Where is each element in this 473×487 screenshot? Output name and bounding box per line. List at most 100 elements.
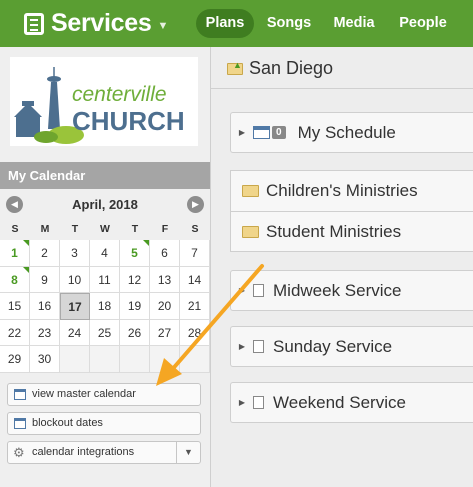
my-schedule-row[interactable]: ▶ 0 My Schedule [230,112,473,153]
service-type-icon [253,396,269,414]
gear-icon: ⚙ [13,445,25,460]
calendar-day[interactable]: 10 [60,266,90,293]
next-month-icon[interactable]: ▶ [187,196,204,213]
calendar-day[interactable]: 5 [120,240,150,267]
folder-label: Children's Ministries [266,181,418,200]
calendar-day[interactable]: 9 [30,266,60,293]
expand-triangle-icon[interactable]: ▶ [231,128,253,137]
tab-media[interactable]: Media [326,9,382,38]
services-app-icon [24,12,44,35]
blockout-dates-button[interactable]: blockout dates [7,412,201,435]
my-schedule-label: My Schedule [297,122,396,142]
calendar-grid: S M T W T F S 1 2 3 4 5 6 7 8 9 10 11 12 13 14 15 16 17 1… [0,218,210,373]
folder-row[interactable]: Student Ministries [230,211,473,252]
weekday-label: S [191,223,199,235]
logo-line1: centerville [72,83,167,106]
calendar-day[interactable]: 7 [180,240,210,267]
divider [211,88,473,89]
service-row[interactable]: ▶ Sunday Service [230,326,473,367]
blockout-dates-label: blockout dates [32,417,103,429]
calendar-day[interactable]: 15 [0,293,30,320]
calendar-day[interactable]: 22 [0,319,30,346]
previous-month-icon[interactable]: ◀ [6,196,23,213]
service-label: Sunday Service [273,336,393,356]
calendar-day[interactable]: 3 [60,240,90,267]
calendar-header: My Calendar [0,162,210,189]
folder-row[interactable]: Children's Ministries [230,170,473,211]
calendar-day[interactable]: 27 [150,319,180,346]
calendar-empty-cell [150,346,180,373]
calendar-day[interactable]: 13 [150,266,180,293]
expand-triangle-icon[interactable]: ▶ [231,398,253,407]
calendar-day[interactable]: 11 [90,266,120,293]
view-master-calendar-label: view master calendar [32,388,136,400]
service-label: Midweek Service [273,280,402,300]
calendar-week-row: 1234567 [0,240,210,267]
breadcrumb: San Diego [227,58,333,79]
weekday-label: F [161,223,169,235]
folder-up-icon[interactable] [227,60,243,75]
calendar-empty-cell [90,346,120,373]
expand-triangle-icon[interactable]: ▶ [231,342,253,351]
folder-label: Student Ministries [266,221,402,241]
breadcrumb-title: San Diego [249,58,334,78]
schedule-icon [253,126,270,139]
service-label: Weekend Service [273,392,406,412]
service-row[interactable]: ▶ Midweek Service [230,270,473,311]
calendar-day[interactable]: 8 [0,266,30,293]
chevron-down-icon: ▼ [157,19,169,32]
calendar-day[interactable]: 17 [60,293,90,320]
app-switcher[interactable]: Services ▼ [24,9,168,38]
tab-people[interactable]: People [392,9,454,38]
calendar-empty-cell [180,346,210,373]
calendar-day[interactable]: 1 [0,240,30,267]
folder-icon [242,185,259,197]
calendar-week-row: 15 16 17 18 19 20 21 [0,293,210,320]
church-logo: centerville CHURCH [10,57,198,146]
month-selector: ◀ April, 2018 ▶ [0,191,210,218]
weekday-label: T [131,223,139,235]
view-master-calendar-button[interactable]: view master calendar [7,383,201,406]
weekday-label: T [71,223,79,235]
calendar-day[interactable]: 23 [30,319,60,346]
calendar-day[interactable]: 29 [0,346,30,373]
calendar-icon [14,418,26,429]
calendar-day[interactable]: 28 [180,319,210,346]
expand-triangle-icon[interactable]: ▶ [231,286,253,295]
calendar-day[interactable]: 20 [150,293,180,320]
calendar-day[interactable]: 14 [180,266,210,293]
tab-plans[interactable]: Plans [196,9,254,38]
calendar-day[interactable]: 16 [30,293,60,320]
weekday-header: S M T W T F S [0,218,210,240]
service-type-icon [253,284,269,302]
schedule-count-badge: 0 [272,126,286,139]
calendar-day[interactable]: 6 [150,240,180,267]
month-label: April, 2018 [72,197,138,212]
calendar-week-row: 8 9 10 11 12 13 14 [0,266,210,293]
top-nav-bar: Services ▼ Plans Songs Media People [0,0,473,47]
calendar-day[interactable]: 19 [120,293,150,320]
calendar-day[interactable]: 25 [90,319,120,346]
calendar-day[interactable]: 12 [120,266,150,293]
calendar-day[interactable]: 4 [90,240,120,267]
calendar-day[interactable]: 18 [90,293,120,320]
calendar-empty-cell [120,346,150,373]
calendar-icon [14,389,26,400]
weekday-label: W [100,223,110,235]
calendar-day[interactable]: 21 [180,293,210,320]
calendar-day[interactable]: 30 [30,346,60,373]
calendar-day[interactable]: 2 [30,240,60,267]
calendar-empty-cell [60,346,90,373]
app-title: Services [51,9,152,37]
service-row[interactable]: ▶ Weekend Service [230,382,473,423]
logo-line2: CHURCH [72,106,185,136]
chevron-down-icon[interactable]: ▼ [176,442,200,463]
calendar-integrations-button[interactable]: ⚙ calendar integrations ▼ [7,441,201,464]
calendar-day[interactable]: 26 [120,319,150,346]
calendar-day[interactable]: 24 [60,319,90,346]
calendar-integrations-label: calendar integrations [32,446,135,458]
folder-icon [242,225,259,238]
tab-songs[interactable]: Songs [262,9,316,38]
service-type-icon [253,340,269,358]
calendar-week-row: 29 30 [0,346,210,373]
